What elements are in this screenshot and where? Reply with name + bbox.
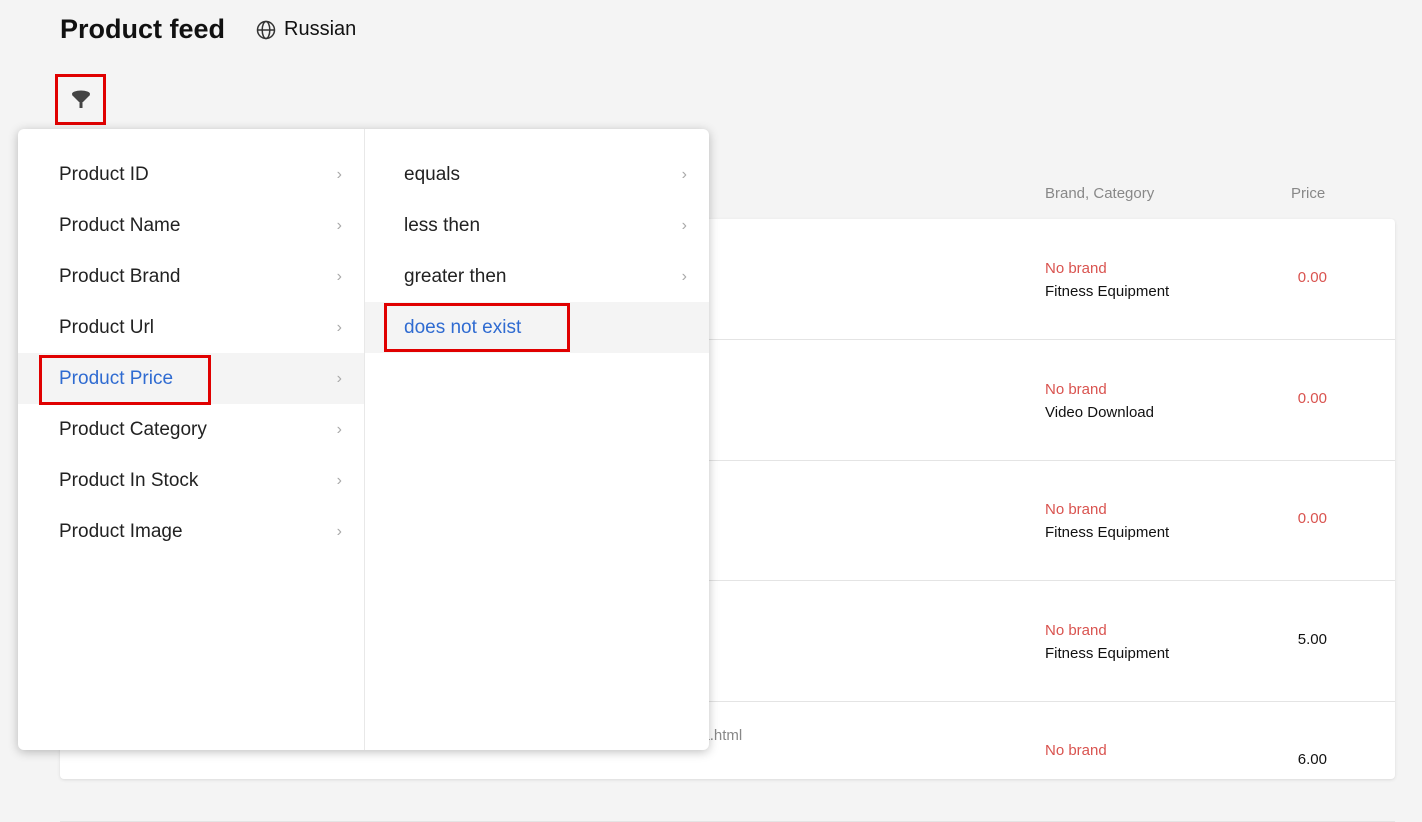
menu-item-label: Product Name [59, 214, 181, 236]
product-category: Fitness Equipment [1045, 644, 1170, 662]
product-category: Fitness Equipment [1045, 283, 1170, 300]
chevron-right-icon: › [336, 318, 342, 336]
product-price: 0.00 [1297, 389, 1327, 407]
menu-item-product-image[interactable]: Product Image › [18, 506, 364, 557]
menu-item-label: equals [404, 163, 460, 185]
product-price: 5.00 [1297, 630, 1327, 648]
menu-item-label: less then [404, 214, 481, 236]
language-selector[interactable]: Russian [256, 18, 356, 41]
chevron-right-icon: › [336, 522, 342, 540]
chevron-right-icon: › [681, 267, 687, 285]
product-brand: No brand [1045, 621, 1107, 639]
operator-item-equals[interactable]: equals › [365, 149, 709, 200]
globe-icon [256, 20, 276, 39]
operator-item-less-then[interactable]: less then › [365, 200, 709, 251]
menu-item-label: Product Image [59, 520, 183, 542]
highlight-box [384, 303, 570, 352]
product-price: 6.00 [1297, 751, 1327, 768]
menu-item-label: Product ID [59, 163, 149, 185]
filter-menu: Product ID › Product Name › Product Brand › Pr… [18, 129, 709, 750]
menu-item-product-id[interactable]: Product ID › [18, 149, 364, 200]
menu-item-label: Product In Stock [59, 469, 199, 491]
menu-item-product-brand[interactable]: Product Brand › [18, 251, 364, 302]
menu-item-product-name[interactable]: Product Name › [18, 200, 364, 251]
chevron-right-icon: › [336, 267, 342, 285]
chevron-right-icon: › [336, 216, 342, 234]
highlight-box [39, 355, 211, 405]
filter-button[interactable] [55, 74, 106, 125]
page-title: Product feed [60, 14, 226, 44]
product-price: 0.00 [1297, 269, 1327, 286]
menu-item-product-category[interactable]: Product Category › [18, 404, 364, 455]
menu-item-label: Product Brand [59, 265, 181, 287]
chevron-right-icon: › [336, 369, 342, 387]
language-label: Russian [284, 18, 357, 40]
product-brand: No brand [1045, 260, 1107, 277]
product-brand: No brand [1045, 501, 1107, 518]
product-category: Video Download [1045, 403, 1154, 421]
menu-item-label: Product Url [59, 316, 155, 338]
menu-item-label: Product Category [59, 418, 207, 440]
product-price: 0.00 [1297, 510, 1327, 527]
operator-item-greater-then[interactable]: greater then › [365, 251, 709, 302]
product-brand: No brand [1045, 380, 1107, 398]
product-brand: No brand [1045, 742, 1107, 759]
operator-list: equals › less then › greater then › does not e… [365, 129, 709, 750]
column-header-price[interactable]: Price [1291, 185, 1325, 202]
chevron-right-icon: › [336, 165, 342, 183]
chevron-right-icon: › [681, 165, 687, 183]
chevron-right-icon: › [336, 420, 342, 438]
field-list: Product ID › Product Name › Product Brand › Pr… [18, 129, 365, 750]
product-category: Fitness Equipment [1045, 524, 1170, 541]
chevron-right-icon: › [336, 471, 342, 489]
menu-item-product-url[interactable]: Product Url › [18, 302, 364, 353]
menu-item-label: greater then [404, 265, 507, 287]
column-header-brand-category[interactable]: Brand, Category [1045, 185, 1154, 202]
chevron-right-icon: › [681, 216, 687, 234]
funnel-icon [71, 90, 90, 108]
menu-item-product-in-stock[interactable]: Product In Stock › [18, 455, 364, 506]
